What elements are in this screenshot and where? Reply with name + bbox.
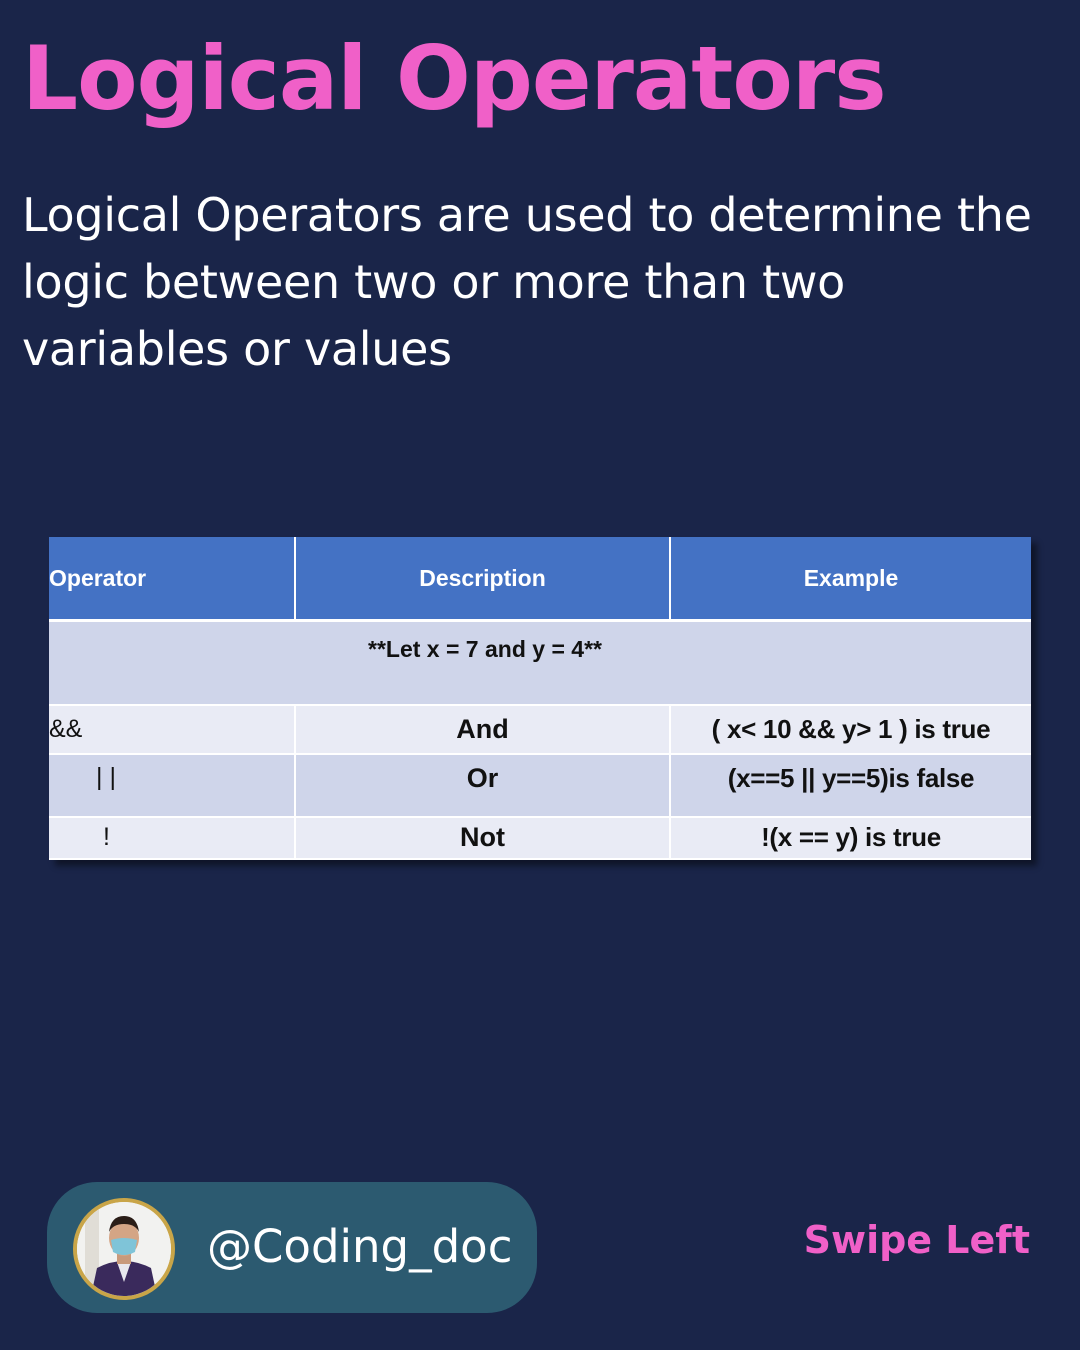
- operators-table: Operator Description Example **Let x = 7…: [49, 537, 1031, 860]
- table-note-row: **Let x = 7 and y = 4**: [49, 620, 1031, 706]
- operators-table-container: Operator Description Example **Let x = 7…: [49, 537, 1031, 860]
- avatar-image: [77, 1202, 171, 1296]
- operator-cell: !: [49, 816, 296, 860]
- operator-cell: &&: [49, 704, 296, 755]
- operator-cell: | |: [49, 753, 296, 818]
- description-cell: Not: [295, 816, 671, 860]
- table-row: | | Or (x==5 || y==5)is false: [49, 753, 1031, 818]
- table-row: && And ( x< 10 && y> 1 ) is true: [49, 704, 1031, 755]
- header-operator: Operator: [49, 537, 296, 622]
- description-cell: Or: [295, 753, 671, 818]
- example-cell: !(x == y) is true: [670, 816, 1031, 860]
- page-title: Logical Operators: [22, 27, 887, 130]
- table-note: **Let x = 7 and y = 4**: [49, 620, 1031, 706]
- example-cell: (x==5 || y==5)is false: [670, 753, 1031, 818]
- header-description: Description: [295, 537, 671, 622]
- profile-handle: @Coding_doc: [207, 1220, 513, 1273]
- table-row: ! Not !(x == y) is true: [49, 816, 1031, 860]
- swipe-left-label: Swipe Left: [803, 1218, 1030, 1262]
- table-header-row: Operator Description Example: [49, 537, 1031, 622]
- example-cell: ( x< 10 && y> 1 ) is true: [670, 704, 1031, 755]
- intro-text: Logical Operators are used to determine …: [22, 188, 1032, 376]
- profile-handle-pill[interactable]: @Coding_doc: [47, 1182, 537, 1313]
- header-example: Example: [670, 537, 1031, 622]
- avatar: [73, 1198, 175, 1300]
- table-note-text: **Let x = 7 and y = 4**: [368, 636, 602, 662]
- description-cell: And: [295, 704, 671, 755]
